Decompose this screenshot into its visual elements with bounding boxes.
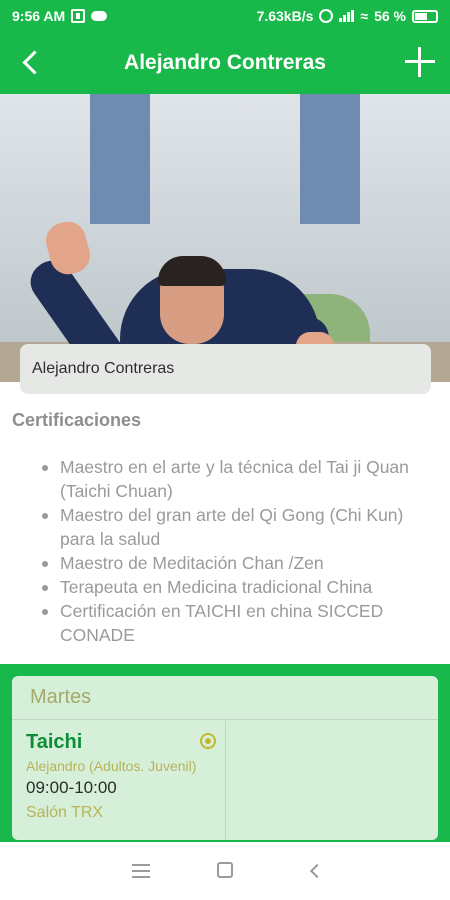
system-nav-bar xyxy=(0,842,450,900)
certifications-list: Maestro en el arte y la técnica del Tai … xyxy=(38,455,438,647)
certification-item: Certificación en TAICHI en china SICCED … xyxy=(38,599,438,647)
cloud-icon xyxy=(91,11,108,21)
class-time: 09:00-10:00 xyxy=(26,778,117,797)
notification-icon xyxy=(71,9,86,23)
class-instructor: Alejandro (Adultos. Juvenil) xyxy=(26,758,197,774)
battery-icon xyxy=(412,9,438,23)
instructor-photo xyxy=(0,94,450,382)
menu-icon[interactable] xyxy=(132,864,150,878)
status-left: 9:56 AM xyxy=(12,8,108,24)
schedule-day: Martes xyxy=(12,676,438,720)
class-slot[interactable]: Taichi Alejandro (Adultos. Juvenil) 09:0… xyxy=(12,721,226,840)
instructor-name-field: Alejandro Contreras xyxy=(20,344,431,394)
certification-item: Terapeuta en Medicina tradicional China xyxy=(38,575,438,599)
back-icon[interactable] xyxy=(14,46,48,80)
battery-percent: 56 % xyxy=(374,8,406,24)
certification-item: Maestro en el arte y la técnica del Tai … xyxy=(38,455,438,503)
certification-item: Maestro de Meditación Chan /Zen xyxy=(38,551,438,575)
class-room: Salón TRX xyxy=(26,804,104,821)
wifi-icon: ≈ xyxy=(360,8,369,24)
certifications-heading: Certificaciones xyxy=(12,410,142,430)
signal-icon xyxy=(339,10,355,22)
add-icon[interactable] xyxy=(402,44,438,80)
nav-back-icon[interactable] xyxy=(308,864,322,878)
network-speed: 7.63kB/s xyxy=(256,8,314,24)
status-bar: 9:56 AM 7.63kB/s ≈ 56 % xyxy=(0,0,450,32)
certification-item: Maestro del gran arte del Qi Gong (Chi K… xyxy=(38,503,438,551)
page-title: Alejandro Contreras xyxy=(124,51,326,74)
alarm-icon xyxy=(319,9,334,23)
home-icon[interactable] xyxy=(217,862,233,878)
class-name: Taichi xyxy=(26,731,83,753)
app-bar: Alejandro Contreras xyxy=(0,32,450,94)
instructor-name: Alejandro Contreras xyxy=(32,360,175,377)
schedule-card: Martes Taichi Alejandro (Adultos. Juveni… xyxy=(12,676,438,840)
check-circle-icon[interactable] xyxy=(200,733,216,749)
status-time: 9:56 AM xyxy=(12,8,66,24)
status-right: 7.63kB/s ≈ 56 % xyxy=(257,8,438,24)
